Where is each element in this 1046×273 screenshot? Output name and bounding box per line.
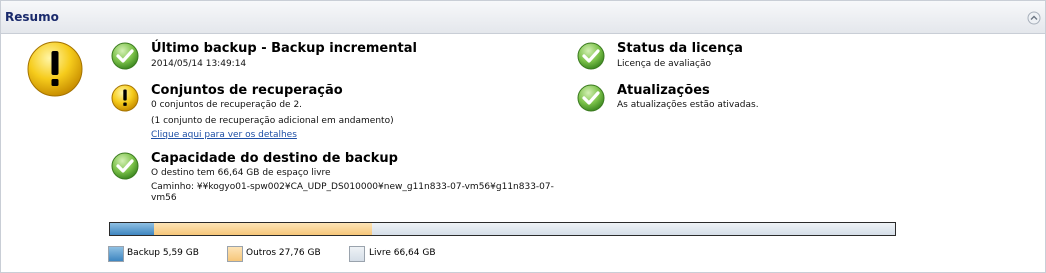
capacity-check-icon [111, 152, 139, 180]
recovery-details-link[interactable]: Clique aqui para ver os detalhes [151, 130, 297, 140]
license-check-icon [577, 42, 605, 70]
capacity-title: Capacidade do destino de backup [151, 151, 398, 166]
updates-status: As atualizações estão ativadas. [617, 100, 759, 110]
collapse-icon[interactable] [1027, 11, 1041, 25]
recovery-sets-in-progress: (1 conjunto de recuperação adicional em … [151, 116, 394, 126]
panel-title: Resumo [5, 10, 59, 24]
summary-panel: Resumo Último backup - Backup incrementa… [0, 0, 1046, 273]
overall-warning-icon [27, 41, 83, 97]
license-status-value: Licença de avaliação [617, 59, 711, 69]
legend-livre-swatch [349, 246, 365, 262]
legend-backup-label: Backup 5,59 GB [127, 248, 199, 258]
license-status-title: Status da licença [617, 41, 743, 56]
capacity-path: Caminho: ¥¥kogyo01-spw002¥CA_UDP_DS01000… [151, 182, 554, 203]
last-backup-time: 2014/05/14 13:49:14 [151, 59, 247, 69]
recovery-sets-title: Conjuntos de recuperação [151, 83, 343, 98]
recovery-sets-count: 0 conjuntos de recuperação de 2. [151, 100, 303, 110]
updates-title: Atualizações [617, 83, 710, 98]
capacity-bar-livre-segment [372, 223, 895, 235]
capacity-bar-outros-segment [154, 223, 372, 235]
recovery-warning-icon [111, 84, 139, 112]
capacity-bar [109, 222, 896, 236]
legend-outros-label: Outros 27,76 GB [246, 248, 321, 258]
legend-outros-swatch [227, 246, 243, 262]
panel-header: Resumo [1, 1, 1045, 34]
backup-check-icon [111, 42, 139, 70]
legend-backup-swatch [108, 246, 124, 262]
last-backup-title: Último backup - Backup incremental [151, 41, 417, 56]
capacity-free-space: O destino tem 66,64 GB de espaço livre [151, 168, 331, 178]
capacity-bar-backup-segment [110, 223, 154, 235]
legend-livre-label: Livre 66,64 GB [369, 248, 436, 258]
updates-check-icon [577, 84, 605, 112]
